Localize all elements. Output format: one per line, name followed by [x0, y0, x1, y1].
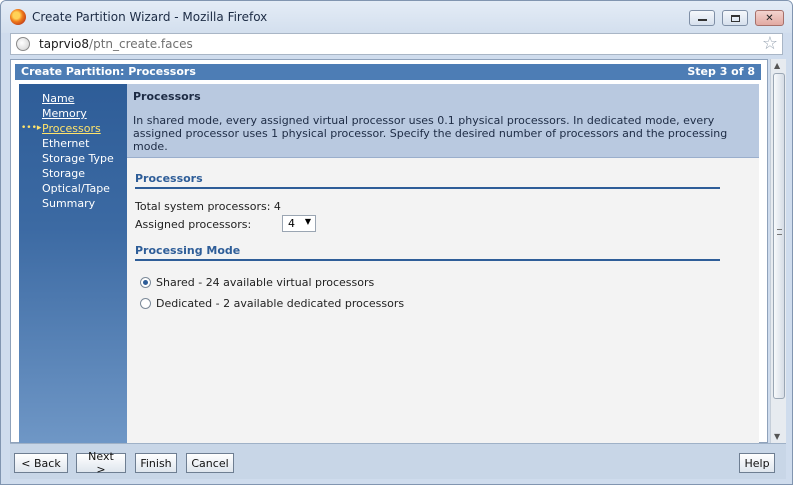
processing-mode-section-title: Processing Mode	[135, 244, 720, 261]
shared-mode-label: Shared - 24 available virtual processors	[156, 276, 375, 289]
total-processors-label: Total system processors: 4	[135, 200, 281, 213]
info-text: In shared mode, every assigned virtual p…	[133, 114, 728, 153]
assigned-processors-label: Assigned processors:	[135, 218, 252, 231]
processors-section-title: Processors	[135, 172, 720, 189]
wizard-title: Create Partition: Processors	[21, 65, 196, 78]
close-icon: ✕	[765, 12, 774, 24]
grip-icon	[777, 229, 782, 235]
bookmark-star-icon[interactable]: ☆	[762, 33, 778, 54]
title-bar: Create Partition Wizard - Mozilla Firefo…	[1, 1, 792, 33]
window-title: Create Partition Wizard - Mozilla Firefo…	[32, 10, 268, 24]
sidebar-item-memory[interactable]: Memory	[42, 107, 87, 120]
url-text[interactable]: taprvio8/ptn_create.faces	[39, 37, 193, 51]
url-host: taprvio8	[39, 37, 90, 51]
maximize-icon	[730, 14, 740, 22]
browser-window: Create Partition Wizard - Mozilla Firefo…	[0, 0, 793, 485]
maximize-button[interactable]	[722, 10, 748, 26]
help-button[interactable]: Help	[739, 453, 775, 473]
scroll-up-icon[interactable]: ▲	[774, 61, 780, 70]
scroll-down-icon[interactable]: ▼	[774, 432, 780, 441]
radio-unselected-icon[interactable]	[140, 298, 151, 309]
firefox-icon	[10, 9, 26, 25]
assigned-processors-value: 4	[288, 217, 295, 230]
sidebar-item-name[interactable]: Name	[42, 92, 74, 105]
minimize-button[interactable]	[689, 10, 715, 26]
minimize-icon	[697, 19, 707, 21]
current-step-arrow-icon: •••▸	[21, 123, 42, 133]
close-button[interactable]: ✕	[755, 10, 784, 26]
info-box: Processors In shared mode, every assigne…	[127, 84, 759, 158]
vertical-scrollbar[interactable]: ▲ ▼	[770, 59, 786, 443]
next-button[interactable]: Next >	[76, 450, 126, 476]
wizard-main-panel: Processors In shared mode, every assigne…	[127, 84, 759, 444]
globe-icon	[16, 37, 30, 51]
wizard-sidebar: Name Memory •••▸ Processors Ethernet Sto…	[19, 84, 127, 444]
cancel-button[interactable]: Cancel	[186, 453, 234, 473]
sidebar-item-storage: Storage	[42, 167, 86, 180]
back-button[interactable]: < Back	[14, 453, 68, 473]
scrollbar-thumb[interactable]	[773, 73, 785, 399]
sidebar-item-storage-type: Storage Type	[42, 152, 114, 165]
step-indicator: Step 3 of 8	[687, 65, 755, 78]
wizard-footer: < Back Next > Finish Cancel Help	[10, 443, 786, 479]
wizard-content: Create Partition: Processors Step 3 of 8…	[10, 59, 768, 444]
shared-mode-option[interactable]: Shared - 24 available virtual processors	[140, 276, 374, 289]
url-path: /ptn_create.faces	[89, 37, 193, 51]
sidebar-item-optical-tape: Optical/Tape	[42, 182, 110, 195]
radio-selected-icon[interactable]	[140, 277, 151, 288]
dedicated-mode-label: Dedicated - 2 available dedicated proces…	[156, 297, 405, 310]
wizard-header: Create Partition: Processors Step 3 of 8	[15, 64, 761, 80]
assigned-processors-select[interactable]: 4 ▼	[282, 215, 316, 232]
address-bar[interactable]: taprvio8/ptn_create.faces ☆	[10, 33, 783, 55]
sidebar-item-ethernet: Ethernet	[42, 137, 90, 150]
dedicated-mode-option[interactable]: Dedicated - 2 available dedicated proces…	[140, 297, 404, 310]
sidebar-item-summary: Summary	[42, 197, 96, 210]
sidebar-item-processors[interactable]: Processors	[42, 122, 101, 135]
info-title: Processors	[133, 90, 201, 103]
finish-button[interactable]: Finish	[135, 453, 177, 473]
chevron-down-icon: ▼	[304, 217, 311, 226]
